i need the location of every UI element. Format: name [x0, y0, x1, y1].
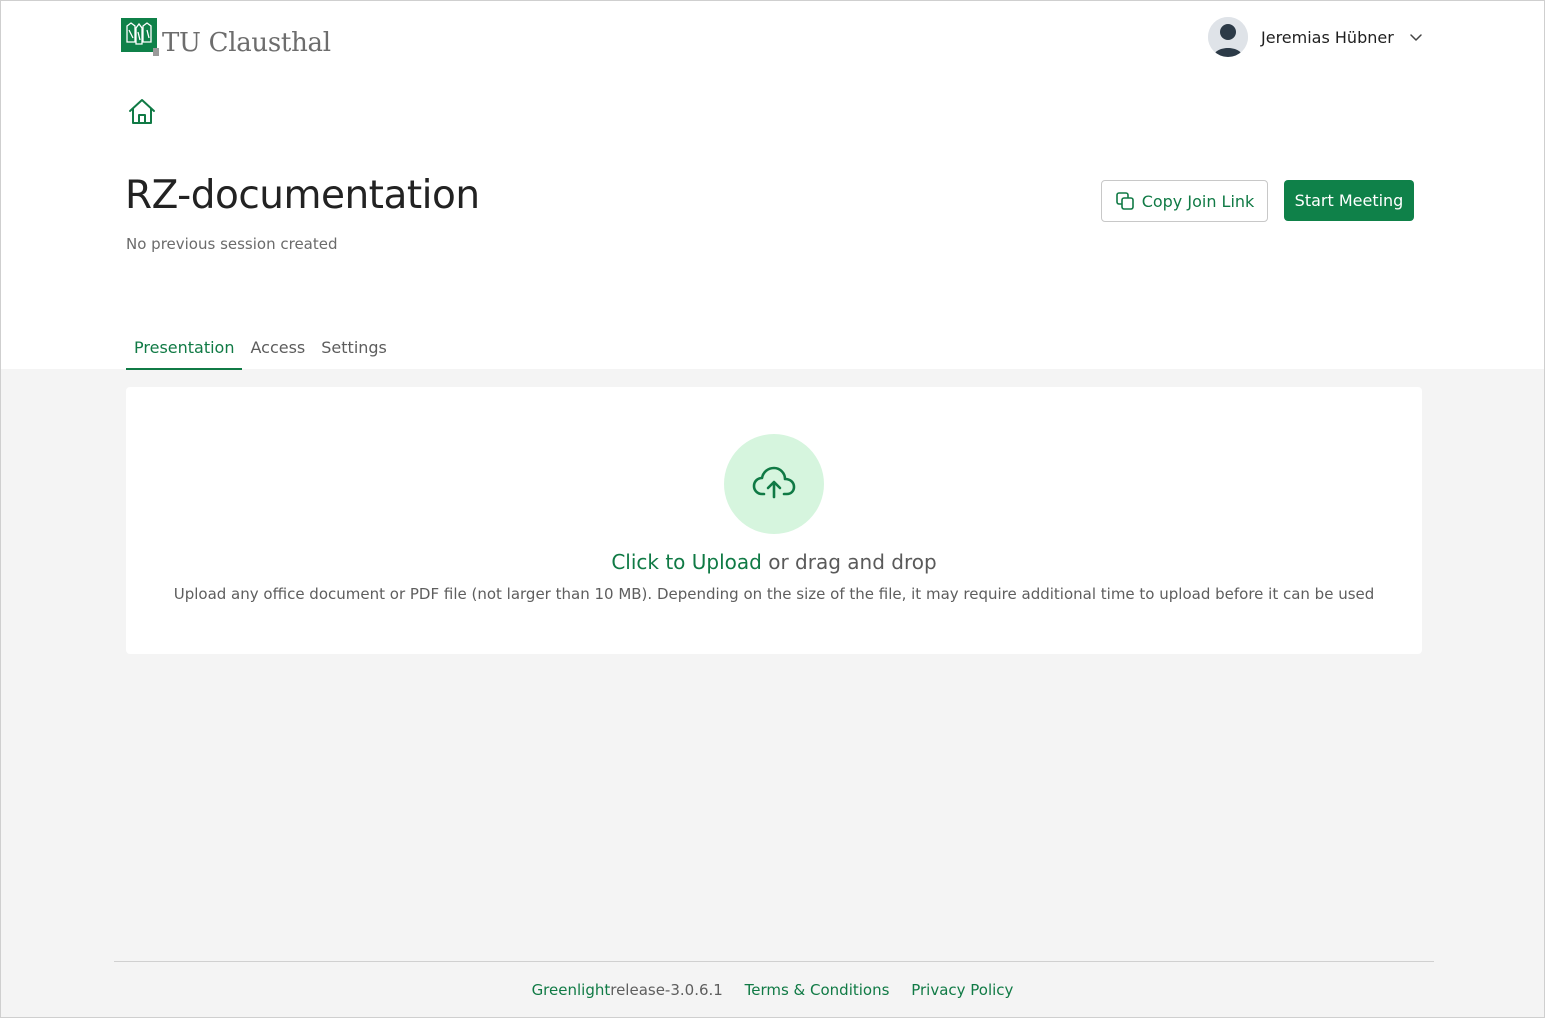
tab-access[interactable]: Access [242, 331, 313, 370]
footer: Greenlight release-3.0.6.1 Terms & Condi… [1, 981, 1544, 999]
logo-text: TU Clausthal [162, 28, 331, 58]
upload-instruction: Click to Upload or drag and drop [126, 550, 1422, 574]
drag-and-drop-text: or drag and drop [761, 550, 937, 574]
cloud-upload-icon [752, 466, 796, 499]
chevron-down-icon [1410, 34, 1422, 41]
greenlight-link[interactable]: Greenlight [532, 981, 611, 999]
upload-hint: Upload any office document or PDF file (… [173, 585, 1375, 603]
upload-card[interactable]: Click to Upload or drag and drop Upload … [126, 387, 1422, 654]
tab-presentation[interactable]: Presentation [126, 331, 243, 370]
home-icon[interactable] [126, 96, 158, 128]
upload-button[interactable] [724, 434, 824, 534]
privacy-link[interactable]: Privacy Policy [911, 981, 1013, 999]
tu-clausthal-logo[interactable]: TU Clausthal [121, 18, 331, 56]
user-menu[interactable]: Jeremias Hübner [1208, 17, 1424, 57]
copy-join-link-label: Copy Join Link [1141, 191, 1255, 211]
terms-link[interactable]: Terms & Conditions [745, 981, 890, 999]
session-status: No previous session created [126, 235, 338, 253]
copy-icon [1115, 192, 1134, 210]
tab-settings[interactable]: Settings [313, 331, 395, 370]
page-title: RZ-documentation [125, 173, 480, 218]
copy-join-link-button[interactable]: Copy Join Link [1101, 180, 1268, 222]
logo-mark-icon [121, 18, 159, 56]
user-avatar-icon [1208, 17, 1248, 57]
click-to-upload-link[interactable]: Click to Upload [611, 550, 762, 574]
start-meeting-button[interactable]: Start Meeting [1284, 180, 1414, 221]
header-area: TU Clausthal Jeremias Hübner RZ-document… [1, 1, 1544, 370]
room-tabs: Presentation Access Settings [126, 331, 395, 370]
user-name: Jeremias Hübner [1261, 27, 1394, 47]
release-version: release-3.0.6.1 [610, 981, 723, 999]
footer-divider [114, 961, 1434, 962]
